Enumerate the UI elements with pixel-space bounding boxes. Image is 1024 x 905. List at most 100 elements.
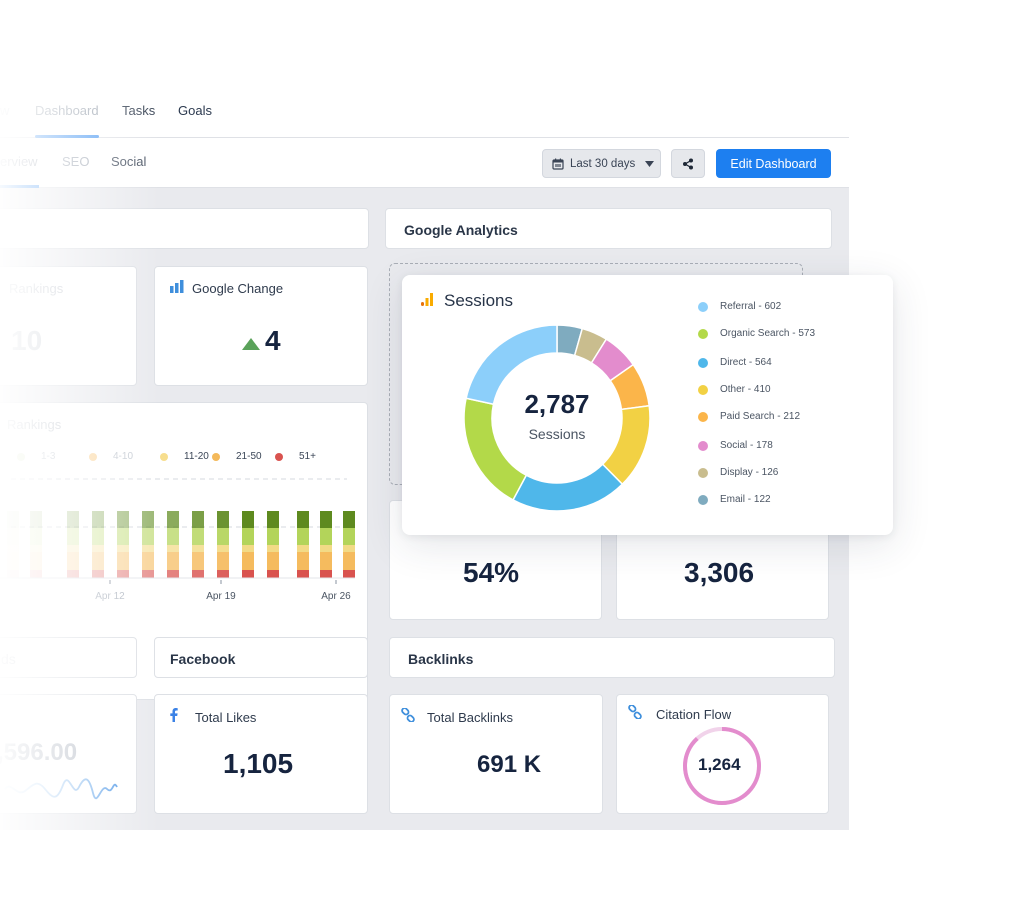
rank-bar-segment[interactable] bbox=[7, 570, 19, 578]
rank-legend-item[interactable]: 1-3 bbox=[17, 451, 55, 462]
rank-bar-segment[interactable] bbox=[343, 570, 355, 578]
rank-bar-segment[interactable] bbox=[67, 528, 79, 545]
rank-bar-segment[interactable] bbox=[217, 528, 229, 545]
legend-label: Organic Search - 573 bbox=[720, 328, 816, 339]
rank-bar-segment[interactable] bbox=[92, 570, 104, 578]
rank-bar-segment[interactable] bbox=[297, 570, 309, 578]
rank-bar-segment[interactable] bbox=[117, 545, 129, 552]
rank-bar-segment[interactable] bbox=[297, 528, 309, 545]
rank-bar-segment[interactable] bbox=[267, 545, 279, 552]
rank-bar-segment[interactable] bbox=[320, 545, 332, 552]
legend-item[interactable]: Direct - 564 bbox=[698, 357, 772, 368]
legend-item[interactable]: Display - 126 bbox=[698, 467, 778, 478]
rank-bar-segment[interactable] bbox=[117, 552, 129, 570]
rank-bar-segment[interactable] bbox=[192, 552, 204, 570]
date-range-dropdown[interactable]: Last 30 days bbox=[542, 149, 661, 178]
rank-bar-segment[interactable] bbox=[7, 545, 19, 552]
rank-bar-segment[interactable] bbox=[167, 570, 179, 578]
legend-item[interactable]: Paid Search - 212 bbox=[698, 411, 800, 422]
tab-dashboard[interactable]: Dashboard bbox=[35, 103, 99, 118]
legend-item[interactable]: Social - 178 bbox=[698, 440, 773, 451]
rank-legend-item[interactable]: 11-20 bbox=[160, 451, 209, 462]
rank-bar-segment[interactable] bbox=[7, 528, 19, 545]
rank-bar-segment[interactable] bbox=[343, 528, 355, 545]
rank-bar-segment[interactable] bbox=[217, 545, 229, 552]
rank-legend-item[interactable]: 4-10 bbox=[89, 451, 133, 462]
rank-bar-segment[interactable] bbox=[242, 570, 254, 578]
rank-bar-segment[interactable] bbox=[67, 570, 79, 578]
rank-bar-segment[interactable] bbox=[320, 570, 332, 578]
bounce-rate-value: 54% bbox=[463, 557, 520, 588]
rank-bar-segment[interactable] bbox=[267, 511, 279, 528]
rank-bar-segment[interactable] bbox=[320, 528, 332, 545]
rank-bar-segment[interactable] bbox=[297, 545, 309, 552]
legend-label: Other - 410 bbox=[720, 384, 771, 395]
share-button[interactable] bbox=[671, 149, 705, 178]
rank-bar-segment[interactable] bbox=[192, 511, 204, 528]
rank-bar-segment[interactable] bbox=[217, 511, 229, 528]
rank-bar-segment[interactable] bbox=[242, 511, 254, 528]
rank-bar-segment[interactable] bbox=[92, 528, 104, 545]
rank-bar-segment[interactable] bbox=[242, 552, 254, 570]
rank-bar-segment[interactable] bbox=[167, 511, 179, 528]
rank-bar-segment[interactable] bbox=[267, 528, 279, 545]
rank-bar-segment[interactable] bbox=[92, 552, 104, 570]
rank-bar-segment[interactable] bbox=[192, 545, 204, 552]
legend-item[interactable]: Referral - 602 bbox=[698, 301, 781, 312]
rank-bar-segment[interactable] bbox=[7, 552, 19, 570]
legend-item[interactable]: Organic Search - 573 bbox=[698, 328, 815, 339]
sessions-total: 2,787 bbox=[524, 389, 590, 419]
rank-bar-segment[interactable] bbox=[217, 552, 229, 570]
rank-bar-segment[interactable] bbox=[267, 570, 279, 578]
rank-bar-segment[interactable] bbox=[117, 511, 129, 528]
rank-bar-segment[interactable] bbox=[142, 545, 154, 552]
rank-bar-segment[interactable] bbox=[192, 570, 204, 578]
rank-bar-segment[interactable] bbox=[167, 545, 179, 552]
rank-bar-segment[interactable] bbox=[142, 552, 154, 570]
rank-bar-segment[interactable] bbox=[67, 511, 79, 528]
rank-bar-segment[interactable] bbox=[142, 528, 154, 545]
rank-bar-segment[interactable] bbox=[30, 552, 42, 570]
rank-bar-segment[interactable] bbox=[30, 528, 42, 545]
tab-social[interactable]: Social bbox=[111, 154, 146, 169]
legend-item[interactable]: Other - 410 bbox=[698, 384, 771, 395]
rank-bar-segment[interactable] bbox=[117, 570, 129, 578]
tab-goals[interactable]: Goals bbox=[178, 103, 212, 118]
rank-legend-item[interactable]: 21-50 bbox=[212, 451, 262, 462]
rank-bar-segment[interactable] bbox=[267, 552, 279, 570]
rank-bar-segment[interactable] bbox=[320, 552, 332, 570]
tab-partial[interactable]: w bbox=[0, 103, 9, 118]
rank-bar-segment[interactable] bbox=[320, 511, 332, 528]
rank-bar-segment[interactable] bbox=[167, 528, 179, 545]
rank-bar-segment[interactable] bbox=[67, 552, 79, 570]
rank-bar-segment[interactable] bbox=[67, 545, 79, 552]
rank-bar-segment[interactable] bbox=[30, 570, 42, 578]
rank-bar-segment[interactable] bbox=[343, 511, 355, 528]
tab-seo[interactable]: SEO bbox=[62, 154, 89, 169]
rank-legend-item[interactable]: 51+ bbox=[275, 451, 316, 462]
rank-bar-segment[interactable] bbox=[217, 570, 229, 578]
legend-item[interactable]: Email - 122 bbox=[698, 494, 771, 505]
legend-label: 1-3 bbox=[41, 451, 56, 462]
rank-bar-segment[interactable] bbox=[30, 545, 42, 552]
trend-up-icon bbox=[242, 338, 260, 350]
rank-bar-segment[interactable] bbox=[297, 511, 309, 528]
rank-bar-segment[interactable] bbox=[142, 511, 154, 528]
rank-bar-segment[interactable] bbox=[242, 545, 254, 552]
rank-bar-segment[interactable] bbox=[117, 528, 129, 545]
donut-slice-direct[interactable] bbox=[512, 463, 624, 512]
tab-overview[interactable]: erview bbox=[0, 154, 38, 169]
rank-bar-segment[interactable] bbox=[92, 545, 104, 552]
tab-tasks[interactable]: Tasks bbox=[122, 103, 155, 118]
rank-bar-segment[interactable] bbox=[167, 552, 179, 570]
rank-bar-segment[interactable] bbox=[30, 511, 42, 528]
rank-bar-segment[interactable] bbox=[7, 511, 19, 528]
rank-bar-segment[interactable] bbox=[142, 570, 154, 578]
rank-bar-segment[interactable] bbox=[242, 528, 254, 545]
rank-bar-segment[interactable] bbox=[343, 545, 355, 552]
rank-bar-segment[interactable] bbox=[92, 511, 104, 528]
rank-bar-segment[interactable] bbox=[297, 552, 309, 570]
edit-dashboard-button[interactable]: Edit Dashboard bbox=[716, 149, 831, 178]
rank-bar-segment[interactable] bbox=[343, 552, 355, 570]
rank-bar-segment[interactable] bbox=[192, 528, 204, 545]
